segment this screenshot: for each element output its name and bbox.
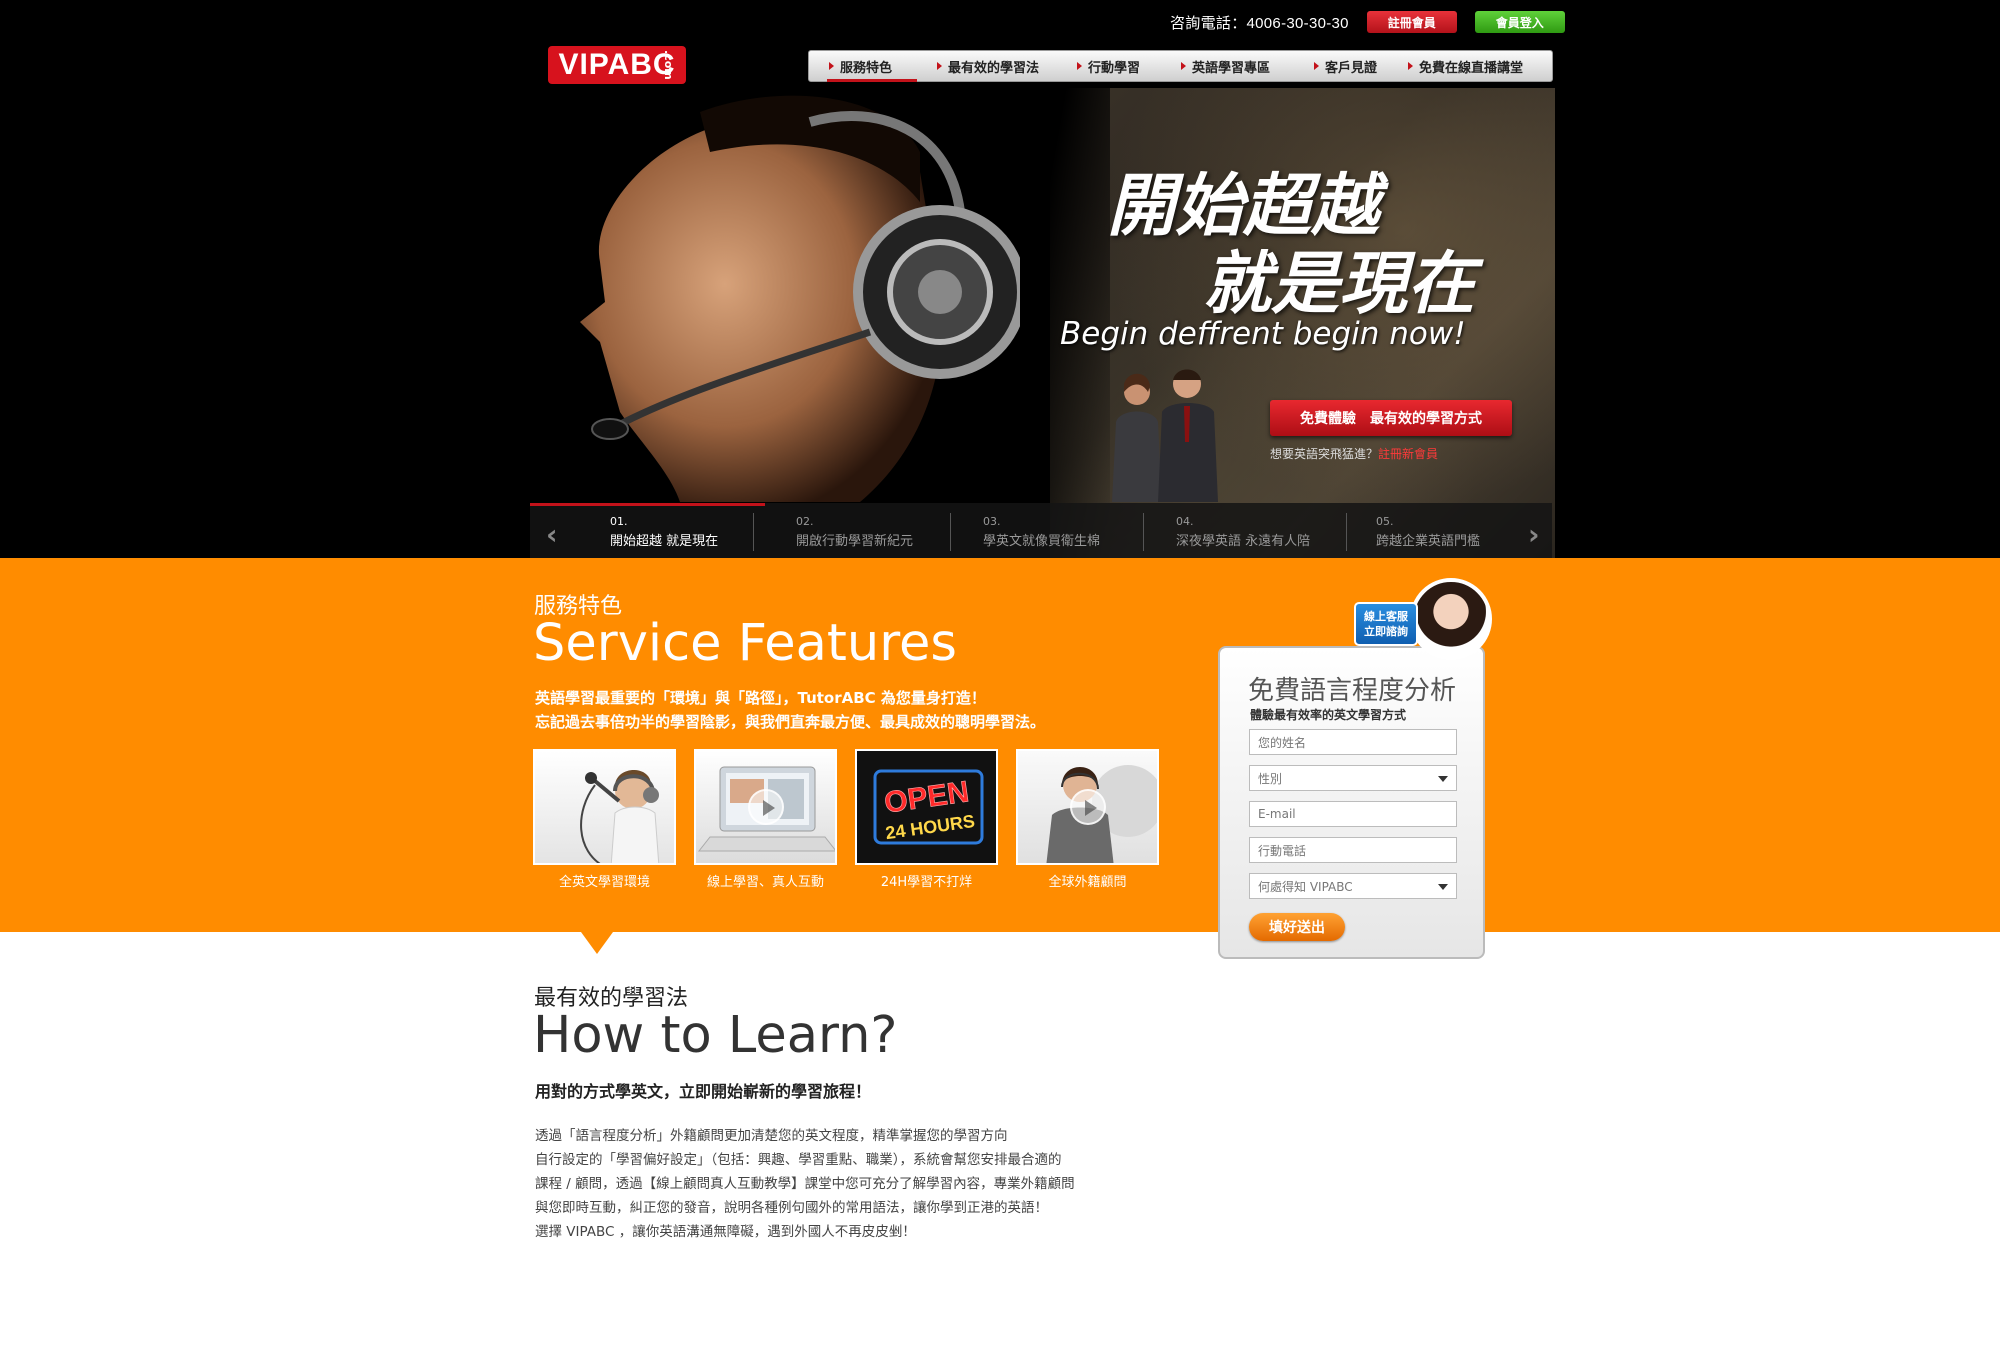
nav-item-label: 服務特色 <box>840 60 893 76</box>
source-select-label: 何處得知 VIPABC <box>1258 879 1353 894</box>
slide-label: 跨越企業英語門檻 <box>1376 534 1481 549</box>
page: 咨詢電話：4006-30-30-30 註冊會員 會員登入 VIPABC .com… <box>0 0 2000 1357</box>
nav-item-service-features[interactable]: 服務特色 <box>809 51 917 82</box>
open-24-hours-sign-image: OPEN 24 HOURS <box>873 769 984 845</box>
phone-input[interactable]: 行動電話 <box>1249 837 1457 863</box>
service-description: 英語學習最重要的「環境」與「路徑」，TutorABC 為您量身打造！ 忘記過去事… <box>535 686 1045 734</box>
learn-lead-text: 用對的方式學英文，立即開始嶄新的學習旅程！ <box>535 1082 872 1101</box>
prev-slide-icon[interactable]: ‹ <box>546 518 558 551</box>
next-slide-icon[interactable]: › <box>1528 518 1540 551</box>
slide-tab-3[interactable]: 03. 學英文就像買衛生棉 <box>983 507 1100 555</box>
nav-arrow-icon <box>1314 62 1319 70</box>
learn-body-text: 透過「語言程度分析」外籍顧問更加清楚您的英文程度，精準掌握您的學習方向 自行設定… <box>535 1124 1155 1244</box>
slide-number: 01. <box>610 515 628 528</box>
nav-item-how-to-learn[interactable]: 最有效的學習法 <box>917 51 1057 81</box>
nav-item-testimonials[interactable]: 客戶見證 <box>1294 51 1388 81</box>
feature-label-online-learning: 線上學習、真人互動 <box>706 875 824 890</box>
online-support-button[interactable]: 線上客服 立即諮詢 <box>1354 602 1418 646</box>
nav-arrow-icon <box>1408 62 1413 70</box>
learn-body-line: 課程 / 顧問，透過【線上顧問真人互動教學】課堂中您可充分了解學習內容，專業外籍… <box>535 1176 1075 1192</box>
nav-item-label: 英語學習專區 <box>1192 60 1271 76</box>
dropdown-arrow-icon <box>1438 884 1448 890</box>
slide-number: 02. <box>796 515 814 528</box>
slide-label: 學英文就像買衛生棉 <box>983 534 1101 549</box>
dropdown-arrow-icon <box>1438 776 1448 782</box>
nav-item-live-lecture[interactable]: 免費在線直播講堂 <box>1388 51 1548 81</box>
logo-suffix: .com <box>662 50 675 80</box>
slide-number: 03. <box>983 515 1001 528</box>
service-desc-line-1: 英語學習最重要的「環境」與「路徑」，TutorABC 為您量身打造！ <box>535 689 986 707</box>
learn-title-en: How to Learn? <box>533 1006 898 1065</box>
name-input[interactable]: 您的姓名 <box>1249 729 1457 755</box>
slide-tab-5[interactable]: 05. 跨越企業英語門檻 <box>1376 507 1480 555</box>
play-icon <box>747 789 784 825</box>
service-features-section <box>0 558 2000 932</box>
slide-divider <box>950 513 951 551</box>
form-title: 免費語言程度分析 <box>1248 676 1457 706</box>
hero-headset-man-image <box>580 95 1020 502</box>
email-input[interactable]: E-mail <box>1249 801 1457 827</box>
support-label-line-1: 線上客服 <box>1364 610 1408 623</box>
slide-divider <box>1346 513 1347 551</box>
feature-thumb-english-environment[interactable] <box>533 749 676 865</box>
customer-service-agent-avatar <box>1410 578 1492 660</box>
hero-tagline: Begin deffrent begin now! <box>1060 316 1466 352</box>
feature-label-global-consultants: 全球外籍顧問 <box>1048 875 1127 890</box>
feature-label-24h: 24H學習不打烊 <box>880 875 973 890</box>
headline-line-2: 就是現在 <box>1202 245 1475 324</box>
slide-divider <box>753 513 754 551</box>
nav-item-label: 最有效的學習法 <box>948 60 1040 76</box>
learn-body-line: 選擇 VIPABC ，讓你英語溝通無障礙，遇到外國人不再皮皮剉！ <box>535 1224 916 1240</box>
cta-subtext: 想要英語突飛猛進？註冊新會員 <box>1270 445 1438 462</box>
learn-body-line: 自行設定的「學習偏好設定」（包括：興趣、學習重點、職業），系統會幫您安排最合適的 <box>535 1152 1062 1168</box>
nav-item-english-zone[interactable]: 英語學習專區 <box>1161 51 1294 81</box>
nav-item-label: 行動學習 <box>1088 60 1141 76</box>
section-pointer-arrow <box>581 932 613 954</box>
slide-tab-4[interactable]: 04. 深夜學英語 永遠有人陪 <box>1176 507 1310 555</box>
support-label-line-2: 立即諮詢 <box>1364 625 1408 638</box>
main-nav: 服務特色 最有效的學習法 行動學習 英語學習專區 客戶見證 免費在線直播講堂 <box>808 50 1553 82</box>
login-button[interactable]: 會員登入 <box>1474 11 1565 33</box>
form-subtitle: 體驗最有效率的英文學習方式 <box>1250 708 1407 722</box>
nav-item-mobile-learning[interactable]: 行動學習 <box>1057 51 1161 81</box>
learn-body-line: 與您即時互動，糾正您的發音，說明各種例句國外的常用語法，讓你學到正港的英語！ <box>535 1200 1048 1216</box>
register-button[interactable]: 註冊會員 <box>1366 11 1457 33</box>
slide-label: 開始超越 就是現在 <box>610 534 719 549</box>
slide-label: 開啟行動學習新紀元 <box>796 534 914 549</box>
slide-number: 05. <box>1376 515 1394 528</box>
gender-select-label: 性別 <box>1258 771 1283 786</box>
play-icon <box>1069 789 1106 825</box>
gender-select[interactable]: 性別 <box>1249 765 1457 791</box>
business-people-image <box>1112 369 1218 502</box>
service-desc-line-2: 忘記過去事倍功半的學習陰影，與我們直奔最方便、最具成效的聰明學習法。 <box>535 713 1046 731</box>
slide-tab-1[interactable]: 01. 開始超越 就是現在 <box>529 503 766 555</box>
hero-banner: 咨詢電話：4006-30-30-30 註冊會員 會員登入 VIPABC .com… <box>0 0 2000 558</box>
free-trial-button[interactable]: 免費體驗 最有效的學習方式 <box>1270 400 1512 436</box>
learn-body-line: 透過「語言程度分析」外籍顧問更加清楚您的英文程度，精準掌握您的學習方向 <box>535 1128 1008 1144</box>
hero-headline: 開始超越 就是現在 <box>1080 168 1475 324</box>
nav-arrow-icon <box>1181 62 1186 70</box>
service-title-en: Service Features <box>533 614 957 673</box>
feature-thumb-online-learning[interactable] <box>694 749 837 865</box>
singing-child-image <box>580 770 660 863</box>
nav-arrow-icon <box>937 62 942 70</box>
nav-item-label: 客戶見證 <box>1325 60 1378 76</box>
submit-button[interactable]: 填好送出 <box>1249 913 1345 941</box>
register-new-member-link[interactable]: 註冊新會員 <box>1378 447 1438 461</box>
top-bar: 咨詢電話：4006-30-30-30 註冊會員 會員登入 <box>1170 10 1565 34</box>
cta-subtext-label: 想要英語突飛猛進？ <box>1270 447 1379 461</box>
nav-item-label: 免費在線直播講堂 <box>1419 60 1524 76</box>
feature-thumb-24h[interactable]: OPEN 24 HOURS <box>855 749 998 865</box>
nav-arrow-icon <box>1077 62 1082 70</box>
feature-thumb-global-consultants[interactable] <box>1016 749 1159 865</box>
slide-tab-2[interactable]: 02. 開啟行動學習新紀元 <box>796 507 913 555</box>
feature-label-english-environment: 全英文學習環境 <box>558 875 650 890</box>
slide-divider <box>1143 513 1144 551</box>
source-select[interactable]: 何處得知 VIPABC <box>1249 873 1457 899</box>
slide-number: 04. <box>1176 515 1194 528</box>
nav-arrow-icon <box>829 62 834 70</box>
headline-line-1: 開始超越 <box>1106 167 1379 246</box>
hotline-text: 咨詢電話：4006-30-30-30 <box>1170 14 1349 32</box>
slide-label: 深夜學英語 永遠有人陪 <box>1176 534 1311 549</box>
